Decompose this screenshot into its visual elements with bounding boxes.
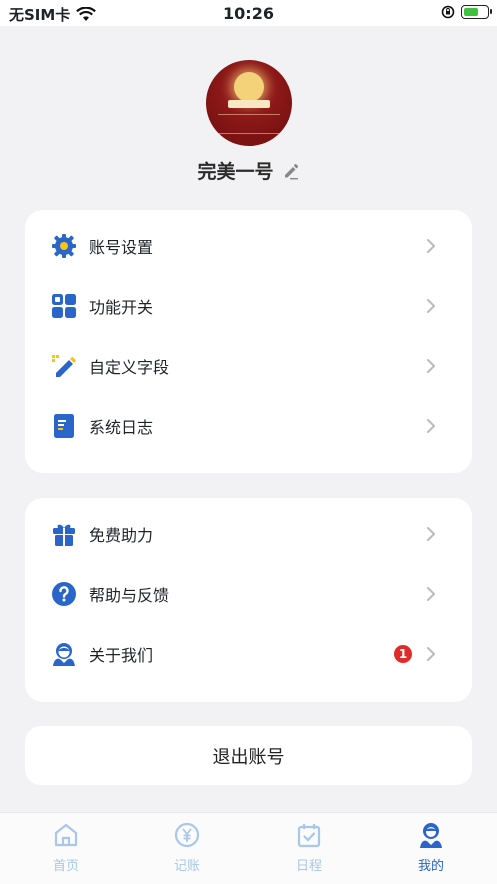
chevron-right-icon bbox=[427, 239, 435, 253]
menu-item-free-boost[interactable]: 免费助力 bbox=[25, 504, 472, 564]
chevron-right-icon bbox=[427, 419, 435, 433]
yen-icon bbox=[174, 822, 200, 848]
menu-item-account-settings[interactable]: 账号设置 bbox=[25, 216, 472, 276]
profile-name: 完美一号 bbox=[197, 161, 274, 183]
profile-section: 完美一号 bbox=[0, 60, 497, 184]
status-bar: 无SIM卡 10:26 bbox=[0, 0, 497, 26]
support-card: 免费助力 帮助与反馈 关于我们 1 bbox=[25, 498, 472, 702]
chevron-right-icon bbox=[427, 359, 435, 373]
question-icon bbox=[51, 581, 77, 607]
document-icon bbox=[51, 413, 77, 439]
chevron-right-icon bbox=[427, 647, 435, 661]
tab-bookkeeping[interactable]: 记账 bbox=[147, 821, 227, 874]
tab-home[interactable]: 首页 bbox=[26, 821, 106, 874]
gift-icon bbox=[51, 521, 77, 547]
orientation-lock-icon bbox=[441, 5, 455, 19]
chevron-right-icon bbox=[427, 299, 435, 313]
pencil-icon[interactable] bbox=[282, 162, 300, 180]
chevron-right-icon bbox=[427, 587, 435, 601]
tab-label: 首页 bbox=[52, 859, 79, 874]
tab-label: 我的 bbox=[417, 859, 444, 874]
avatar-banner bbox=[227, 100, 270, 108]
notification-badge: 1 bbox=[394, 645, 412, 663]
tab-schedule[interactable]: 日程 bbox=[269, 821, 349, 874]
status-right bbox=[441, 5, 492, 19]
menu-item-help-feedback[interactable]: 帮助与反馈 bbox=[25, 564, 472, 624]
name-row: 完美一号 bbox=[0, 157, 497, 184]
tab-label: 日程 bbox=[295, 859, 322, 874]
logout-button[interactable]: 退出账号 bbox=[25, 726, 472, 785]
user-icon bbox=[420, 823, 442, 848]
menu-item-about-us[interactable]: 关于我们 1 bbox=[25, 624, 472, 684]
menu-item-system-log[interactable]: 系统日志 bbox=[25, 396, 472, 456]
gear-icon bbox=[51, 233, 77, 259]
menu-item-label: 功能开关 bbox=[89, 298, 154, 317]
about-us-icon bbox=[51, 641, 77, 667]
battery-fill bbox=[464, 8, 478, 16]
menu-item-label: 自定义字段 bbox=[89, 358, 170, 377]
tab-label: 记账 bbox=[173, 859, 200, 874]
battery-icon bbox=[461, 5, 492, 19]
menu-item-label: 免费助力 bbox=[89, 526, 154, 545]
menu-item-label: 关于我们 bbox=[89, 646, 154, 665]
chevron-right-icon bbox=[427, 527, 435, 541]
avatar-lines bbox=[217, 114, 280, 134]
avatar[interactable] bbox=[205, 60, 292, 146]
menu-item-label: 系统日志 bbox=[89, 418, 154, 437]
menu-item-label: 账号设置 bbox=[89, 238, 154, 257]
tab-bar: 首页 记账 日程 我的 bbox=[0, 812, 497, 884]
calendar-check-icon bbox=[297, 824, 321, 848]
menu-item-custom-fields[interactable]: 自定义字段 bbox=[25, 336, 472, 396]
settings-card: 账号设置 功能开关 自定义字段 系统日志 bbox=[25, 210, 472, 473]
menu-item-feature-toggles[interactable]: 功能开关 bbox=[25, 276, 472, 336]
home-icon bbox=[54, 823, 78, 847]
tab-mine[interactable]: 我的 bbox=[391, 821, 471, 874]
grid-icon bbox=[51, 293, 77, 319]
avatar-sun bbox=[233, 72, 264, 102]
edit-field-icon bbox=[51, 353, 77, 379]
menu-item-label: 帮助与反馈 bbox=[89, 586, 170, 605]
status-time: 10:26 bbox=[223, 4, 274, 23]
